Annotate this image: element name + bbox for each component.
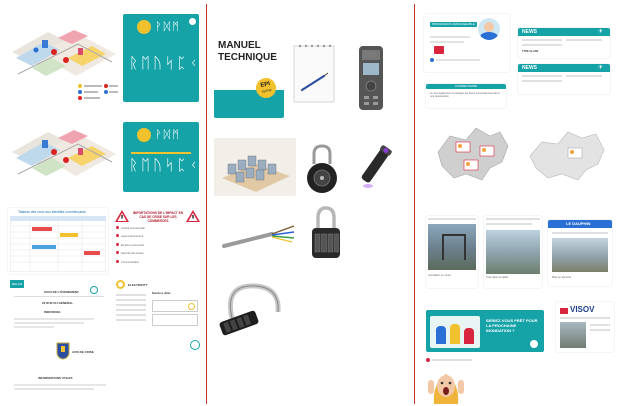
circle-icon [190,340,200,350]
impact-item: Sécurité des locaux [121,252,144,256]
region-map-2 [524,124,610,184]
profile-avatar [478,18,500,40]
impact-item: Activité commerciale [121,227,145,230]
column-divider-1 [206,4,207,404]
lightbulb-icon [116,280,125,289]
news-label: NEWS [522,29,537,35]
news-post-2: Crue dans la vallée [484,216,542,288]
booths-image [214,138,296,196]
region-map-1 [430,122,514,184]
impact-item: Emploi et personnel [121,243,144,247]
impact-list: Activité commerciale Approvisionnement E… [116,226,200,264]
location-icon [434,46,444,54]
visov-card: VISOV [556,302,614,352]
impact-item: Communication [121,260,140,264]
rune-card-1: ᚹᛞᛗ ᚱᛖᚢᛋᛈᚲ [123,14,199,102]
avatar-icon [137,128,151,142]
badge-icon [530,340,538,348]
combination-lock-image [306,204,346,262]
contacts-list-left [116,294,146,334]
impact-card: IMPORTATIONS DE L'IMPACT EN CAS DE CRISE… [112,208,202,274]
isometric-map-2 [8,118,120,196]
flood-photo [428,224,476,270]
column-divider-2 [414,4,415,404]
banner-illustration [430,316,480,348]
shocked-woman-image [426,366,466,404]
comment-text: Je vois également et partager les biens … [430,92,500,99]
coat-of-arms-icon [56,342,70,360]
news-post-3: LE DAUPHIN Mise en sécurité [548,220,612,286]
contacts-document: ELECTRICITY Numéros utiles [112,278,202,358]
electricity-label: ELECTRICITY [128,283,148,287]
visov-photo [560,322,586,348]
address-text: 23 RUE DU GÉNÉRAL [42,301,74,305]
info-label: INDIVIDUEL [44,310,62,314]
contacts-title: Numéros utiles [152,292,171,295]
accent-line [131,152,191,154]
steps-title: SUIVI DE L'ÉVÈNEMENT [44,290,79,294]
flood-photo [486,230,540,274]
rune-subtitle: ᚱᛖᚢᛋᛈᚲ [129,54,199,72]
cable-lock-image [216,276,288,350]
news-caption: Crue dans la vallée [486,276,509,279]
manual-cover: MANUEL TECHNIQUE EPI TERRE [214,26,284,118]
caption-strip [426,356,476,366]
flag-icon [560,308,568,314]
rune-title: ᚹᛞᛗ [155,20,181,33]
ticket-card-2: NEWS ✈ [518,64,610,94]
isometric-map-1 [8,14,120,106]
avatar-icon [137,20,151,34]
visov-logo: VISOV [570,305,595,314]
footer-label: INFORMATIONS UTILES [38,376,73,380]
warning-icon [115,210,129,222]
pin-icon [430,58,434,62]
impact-item: Approvisionnement [121,235,144,239]
warning-icon [186,210,200,222]
comment-card: COMMENTAIRE Je vois également et partage… [426,84,506,108]
news-caption: Mise en sécurité [552,276,571,279]
profile-label: PROFESSION ARRANGEABLE [430,22,477,27]
contact-box [152,314,198,326]
cable-image [222,216,298,252]
flood-banner: SERIEZ-VOUS PRÊT POUR LA PROCHAINE INOND… [426,310,544,352]
table-title: Tableau des croix aux identités commerça… [18,210,86,214]
ticket-class: TYPE CLASS [522,50,539,53]
manual-title-line2: TECHNIQUE [218,52,277,63]
rune-card-2: ᚹᛞᛗ ᚱᛖᚢᛋᛈᚲ [123,122,199,192]
contact-box [152,300,198,312]
news-label: NEWS [522,65,537,71]
ticket-card-1: NEWS ✈ TYPE CLASS [518,28,610,58]
manual-title-line1: MANUEL [218,40,261,51]
impact-title: IMPORTATIONS DE L'IMPACT EN CAS DE CRISE… [132,211,184,223]
banner-text: SERIEZ-VOUS PRÊT POUR LA PROCHAINE INOND… [486,318,538,333]
alert-label: LE DAUPHIN [566,221,591,226]
corner-badge-icon [189,18,196,25]
table-document: Tableau des croix aux identités commerça… [8,208,108,274]
uv-flashlight-image [358,140,392,192]
plane-icon: ✈ [598,65,604,71]
steps-document: MELUN SUIVI DE L'ÉVÈNEMENT 23 RUE DU GÉN… [8,280,112,398]
news-caption: Inondation en cours [428,274,451,277]
voice-recorder-image [356,44,386,112]
notepad-image [290,40,338,104]
rune-subtitle: ᚱᛖᚢᛋᛈᚲ [129,156,199,174]
comment-label: COMMENTAIRE [426,84,506,89]
news-post-1: Inondation en cours [426,216,478,288]
flood-photo [552,238,608,272]
padlock-image [304,142,340,198]
profile-card: PROFESSION ARRANGEABLE [424,14,510,72]
circle-icon [90,286,98,294]
plane-icon: ✈ [598,29,604,35]
melun-logo: MELUN [10,280,24,288]
crisis-label: AVIS DE CRISE [72,350,94,354]
rune-title: ᚹᛞᛗ [155,128,181,141]
